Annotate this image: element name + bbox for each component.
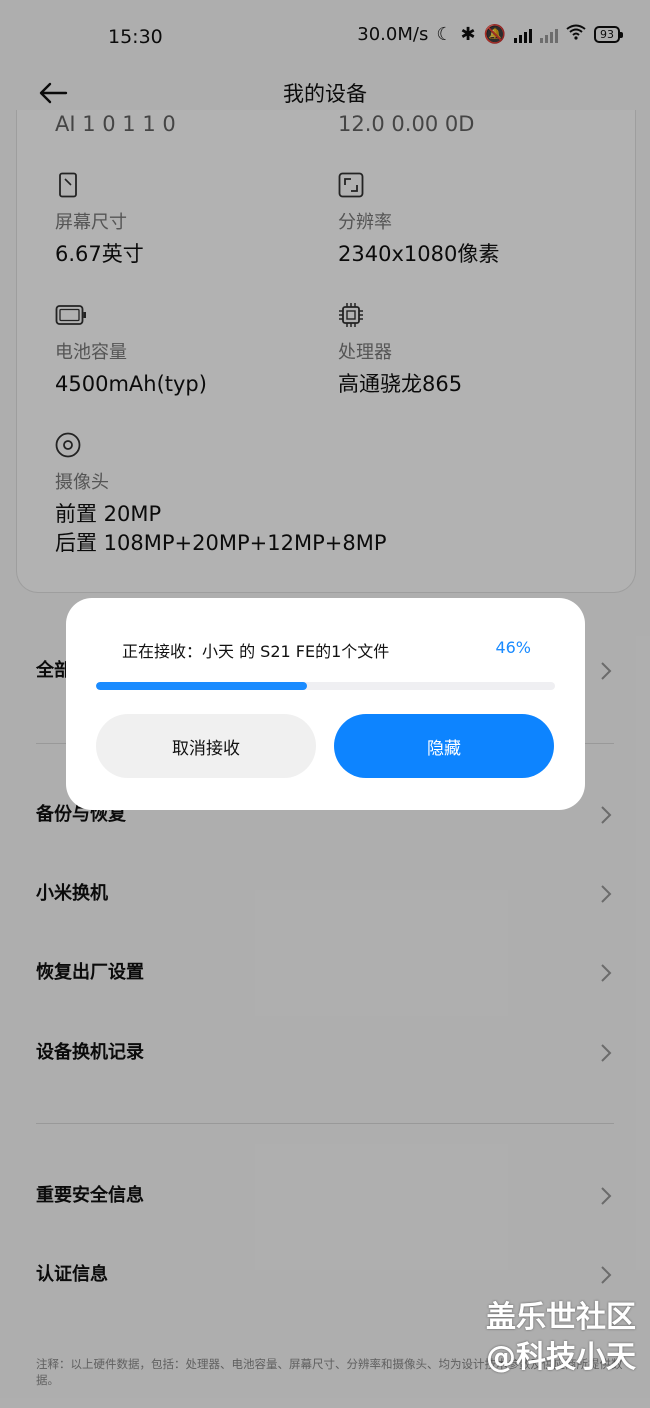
progress-bar: [96, 682, 555, 690]
watermark-line2: @科技小天: [486, 1340, 636, 1375]
cancel-receive-button[interactable]: 取消接收: [96, 714, 316, 778]
watermark: 盖乐世社区 @科技小天: [486, 1298, 636, 1378]
hide-button[interactable]: 隐藏: [334, 714, 554, 778]
watermark-line1: 盖乐世社区: [486, 1300, 636, 1335]
progress-fill: [96, 682, 308, 690]
receive-message: 正在接收：小天 的 S21 FE的1个文件: [122, 642, 390, 661]
receive-dialog: 正在接收：小天 的 S21 FE的1个文件 46% 取消接收 隐藏: [66, 598, 585, 810]
receive-percent: 46%: [495, 638, 531, 657]
